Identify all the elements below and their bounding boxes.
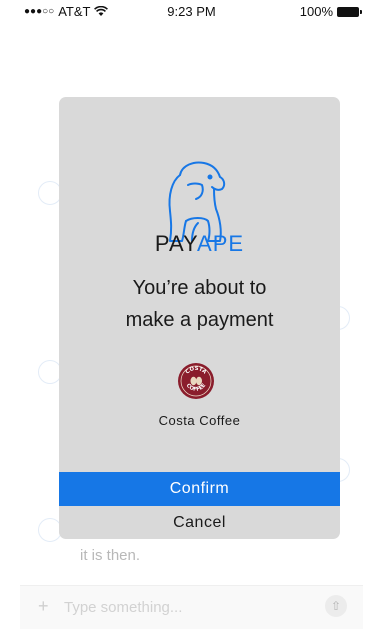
- battery-icon: [337, 6, 362, 17]
- payment-headline: You’re about to make a payment: [59, 272, 340, 336]
- message-input[interactable]: [64, 596, 294, 618]
- add-attachment-button[interactable]: +: [38, 596, 49, 617]
- chat-message-text: it is then.: [80, 547, 141, 564]
- confirm-button[interactable]: Confirm: [59, 472, 340, 506]
- costa-coffee-logo: COSTA COFFEE: [178, 363, 214, 399]
- payment-modal: PAYAPE You’re about to make a payment CO…: [59, 97, 340, 539]
- arrow-up-icon: ⇧: [330, 599, 342, 613]
- headline-line-1: You’re about to: [132, 277, 267, 299]
- send-button[interactable]: ⇧: [325, 595, 347, 617]
- cancel-button[interactable]: Cancel: [59, 506, 340, 539]
- headline-line-2: make a payment: [125, 309, 274, 331]
- phone-screen: ●●●○○ AT&T 9:23 PM 100% it is then. + ⇧: [20, 0, 363, 629]
- message-input-bar: + ⇧: [20, 585, 363, 629]
- brand-ape-text: APE: [197, 231, 245, 256]
- brand-wordmark: PAYAPE: [59, 231, 340, 257]
- brand-pay-text: PAY: [154, 231, 198, 256]
- merchant-name: Costa Coffee: [158, 413, 241, 428]
- battery-percentage: 100%: [299, 4, 333, 19]
- status-bar: ●●●○○ AT&T 9:23 PM 100%: [20, 0, 363, 22]
- status-right: 100%: [299, 4, 362, 19]
